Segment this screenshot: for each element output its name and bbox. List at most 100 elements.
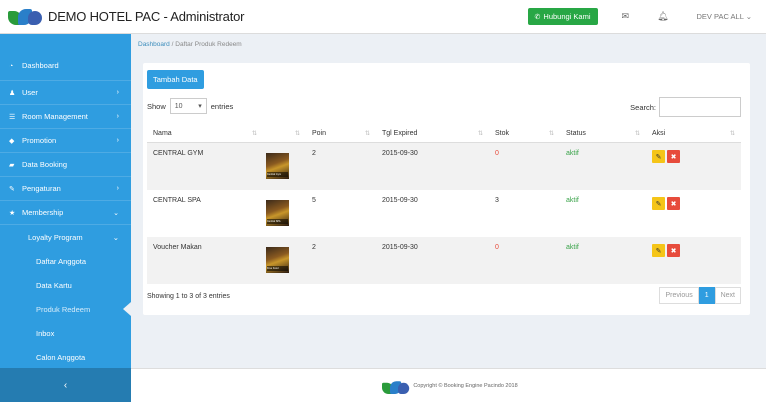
sidebar-item-label: Membership bbox=[22, 208, 64, 217]
sidebar-item-label: Loyalty Program bbox=[28, 232, 83, 242]
close-icon: ✖ bbox=[670, 153, 677, 161]
column-header-stok[interactable]: Stok ⇅ bbox=[489, 125, 560, 142]
sidebar-item-inbox[interactable]: Inbox bbox=[0, 321, 131, 345]
edit-button[interactable]: ✎ bbox=[652, 244, 665, 257]
contact-button[interactable]: ✆ Hubungi Kami bbox=[527, 8, 598, 25]
sidebar-item-label: Promotion bbox=[22, 136, 57, 145]
wrench-icon: ✎ bbox=[9, 185, 15, 193]
column-label: Aksi bbox=[652, 130, 666, 137]
sort-icon: ⇅ bbox=[634, 131, 640, 137]
chevron-left-icon: ‹ bbox=[63, 379, 68, 391]
sidebar-collapse-button[interactable]: ‹ bbox=[0, 368, 131, 402]
table-row: Voucher Makan Free Food 2 2015-09-30 0 a… bbox=[147, 237, 741, 284]
brand[interactable]: DEMO HOTEL PAC - Administrator bbox=[0, 0, 244, 33]
cell-stok: 0 bbox=[495, 150, 499, 157]
column-header-tgl-expired[interactable]: Tgl Expired ⇅ bbox=[376, 125, 489, 142]
breadcrumb-home[interactable]: Dashboard bbox=[138, 41, 170, 48]
column-label: Status bbox=[566, 130, 586, 137]
column-label: Poin bbox=[312, 130, 327, 137]
chevron-down-icon: ⌄ bbox=[745, 12, 752, 21]
pac-logo bbox=[382, 380, 410, 394]
contact-button-label: Hubungi Kami bbox=[543, 12, 591, 21]
bell-icon[interactable]: 🔔︎ bbox=[657, 11, 668, 22]
sidebar-item-pengaturan[interactable]: ✎ Pengaturan › bbox=[0, 177, 131, 201]
page-1-button[interactable]: 1 bbox=[698, 287, 715, 304]
sidebar-item-room-management[interactable]: ☰ Room Management › bbox=[0, 105, 131, 129]
breadcrumb-current: Daftar Produk Redeem bbox=[175, 41, 242, 48]
thumbnail-caption: Free Food bbox=[267, 266, 288, 271]
close-icon: ✖ bbox=[670, 200, 677, 208]
chevron-down-icon: ⌄ bbox=[112, 232, 119, 242]
column-label: Stok bbox=[495, 130, 510, 137]
sidebar-item-label: Pengaturan bbox=[22, 184, 61, 193]
sidebar-item-user[interactable]: ♟ User › bbox=[0, 81, 131, 105]
column-label: Nama bbox=[153, 130, 172, 137]
search-input[interactable] bbox=[659, 97, 741, 117]
sidebar-item-dashboard[interactable]: ◔ Dashboard bbox=[0, 34, 131, 81]
column-label: Tgl Expired bbox=[382, 130, 418, 137]
cell-status: aktif bbox=[566, 197, 579, 204]
previous-page-button[interactable]: Previous bbox=[659, 287, 699, 304]
cell-tgl-expired: 2015-09-30 bbox=[382, 197, 418, 204]
entries-length: Show 10 ▾ entries bbox=[147, 98, 233, 114]
sidebar-item-data-booking[interactable]: ▰ Data Booking bbox=[0, 153, 131, 177]
chevron-right-icon: › bbox=[116, 185, 119, 192]
dashboard-icon: ◔ bbox=[9, 63, 14, 70]
cell-image: Central Gym bbox=[263, 143, 306, 190]
sort-icon: ⇅ bbox=[477, 131, 483, 137]
tag-icon: ◆ bbox=[9, 137, 15, 145]
redeem-table: Nama ⇅ ⇅ Poin ⇅ Tgl Expired ⇅ Stok ⇅ Sta… bbox=[147, 125, 741, 284]
column-header-nama[interactable]: Nama ⇅ bbox=[147, 125, 263, 142]
sidebar-item-produk-redeem[interactable]: Produk Redeem bbox=[0, 297, 131, 321]
sidebar-item-calon-anggota[interactable]: Calon Anggota bbox=[0, 345, 131, 369]
edit-button[interactable]: ✎ bbox=[652, 150, 665, 163]
pagination: Previous 1 Next bbox=[659, 287, 741, 304]
sidebar-item-label: Calon Anggota bbox=[36, 352, 86, 362]
cell-aksi: ✎ ✖ bbox=[646, 143, 741, 190]
delete-button[interactable]: ✖ bbox=[667, 244, 680, 257]
sidebar-item-daftar-anggota[interactable]: Daftar Anggota bbox=[0, 249, 131, 273]
sidebar-item-loyalty-program[interactable]: Loyalty Program ⌄ bbox=[0, 225, 131, 249]
search-label: Search: bbox=[630, 102, 656, 112]
table-row: CENTRAL GYM Central Gym 2 2015-09-30 0 a… bbox=[147, 143, 741, 190]
add-data-button[interactable]: Tambah Data bbox=[147, 70, 204, 89]
star-icon: ★ bbox=[9, 209, 16, 217]
column-header-poin[interactable]: Poin ⇅ bbox=[306, 125, 376, 142]
sidebar: ◔ Dashboard ♟ User › ☰ Room Management ›… bbox=[0, 34, 131, 368]
delete-button[interactable]: ✖ bbox=[667, 150, 680, 163]
cell-status: aktif bbox=[566, 244, 579, 251]
envelope-icon[interactable]: ✉ bbox=[622, 11, 630, 22]
cell-aksi: ✎ ✖ bbox=[646, 237, 741, 284]
cell-poin: 2 bbox=[312, 244, 316, 251]
sort-icon: ⇅ bbox=[364, 131, 370, 137]
cell-tgl-expired: 2015-09-30 bbox=[382, 150, 418, 157]
sidebar-item-membership[interactable]: ★ Membership ⌄ bbox=[0, 201, 131, 225]
cell-image: Free Food bbox=[263, 237, 306, 284]
delete-button[interactable]: ✖ bbox=[667, 197, 680, 210]
content-card: Tambah Data Show 10 ▾ entries Search: Na… bbox=[143, 63, 750, 315]
user-icon: ♟ bbox=[9, 89, 16, 97]
column-header-image[interactable]: ⇅ bbox=[263, 125, 306, 142]
sidebar-item-label: Room Management bbox=[22, 112, 88, 121]
next-page-button[interactable]: Next bbox=[714, 287, 741, 304]
footer: Copyright © Booking Engine Pacindo 2018 bbox=[131, 368, 766, 402]
sidebar-item-data-kartu[interactable]: Data Kartu bbox=[0, 273, 131, 297]
table-row: CENTRAL SPA Central SPA 5 2015-09-30 3 a… bbox=[147, 190, 741, 237]
close-icon: ✖ bbox=[670, 247, 677, 255]
user-menu[interactable]: DEV PAC ALL ⌄ bbox=[697, 12, 753, 21]
cell-stok: 3 bbox=[495, 197, 499, 204]
entries-select[interactable]: 10 ▾ bbox=[169, 98, 207, 114]
sidebar-item-promotion[interactable]: ◆ Promotion › bbox=[0, 129, 131, 153]
search-box: Search: bbox=[630, 97, 741, 117]
column-header-status[interactable]: Status ⇅ bbox=[560, 125, 646, 142]
sidebar-item-label: Data Booking bbox=[22, 160, 68, 169]
sidebar-item-label: Daftar Anggota bbox=[36, 256, 87, 266]
top-header: DEMO HOTEL PAC - Administrator ✆ Hubungi… bbox=[0, 0, 766, 34]
chevron-right-icon: › bbox=[116, 137, 119, 144]
edit-button[interactable]: ✎ bbox=[652, 197, 665, 210]
column-header-aksi[interactable]: Aksi ⇅ bbox=[646, 125, 741, 142]
table-info: Showing 1 to 3 of 3 entries bbox=[147, 293, 230, 300]
sort-icon: ⇅ bbox=[729, 131, 735, 137]
cell-status: aktif bbox=[566, 150, 579, 157]
list-icon: ☰ bbox=[9, 113, 16, 121]
